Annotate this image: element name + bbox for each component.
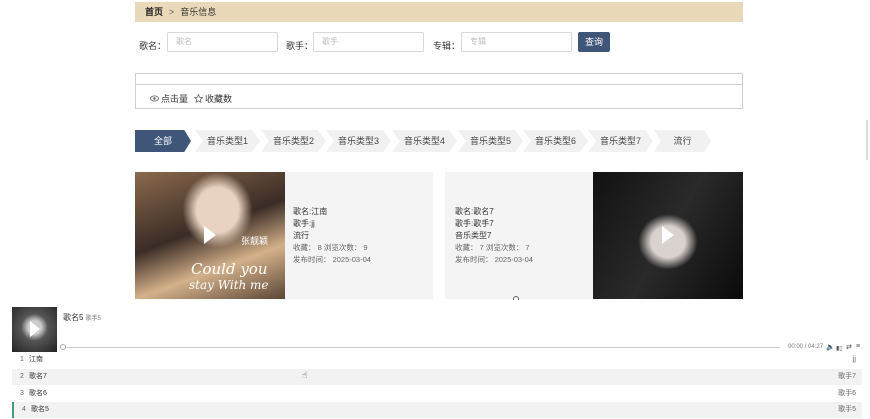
track-name: 歌名6: [29, 390, 47, 397]
category-type1[interactable]: 音乐类型1: [195, 130, 260, 152]
singer-input[interactable]: 歌手: [313, 32, 424, 52]
track-artist: 歌手6: [838, 390, 856, 397]
mouse-cursor-icon: ☝: [302, 370, 308, 380]
song-name-input[interactable]: 歌名: [167, 32, 278, 52]
category-type3[interactable]: 音乐类型3: [326, 130, 391, 152]
track-artist: 歌手7: [838, 373, 856, 380]
category-type6[interactable]: 音乐类型6: [523, 130, 588, 152]
category-type4[interactable]: 音乐类型4: [392, 130, 457, 152]
singer-name: 歌手:jj: [293, 219, 315, 228]
star-icon: [194, 94, 203, 103]
breadcrumb-separator: >: [169, 7, 175, 17]
playlist-item[interactable]: 3 歌名6 歌手6: [12, 386, 862, 402]
breadcrumb-current: 音乐信息: [180, 7, 217, 17]
publish-date: 发布时间： 2025-03-04: [293, 255, 371, 264]
volume-bar-icon[interactable]: ▮▯: [836, 345, 843, 352]
cover-title-line2: stay With me: [189, 278, 269, 292]
loop-icon[interactable]: ⇄: [846, 343, 852, 351]
sort-clicks-label: 点击量: [161, 94, 189, 104]
time-display: 00:00 / 04:27: [788, 344, 824, 350]
album-cover[interactable]: 张靓颖 Could you stay With me: [135, 172, 285, 299]
track-artist: jj: [852, 356, 856, 363]
album-input[interactable]: 专辑: [461, 32, 572, 52]
play-icon[interactable]: [662, 226, 674, 244]
category-pop[interactable]: 流行: [654, 130, 711, 152]
playlist-item[interactable]: 2 歌名7 歌手7: [12, 369, 862, 385]
singer-name: 歌手:歌手7: [455, 219, 494, 228]
sort-favorites-label: 收藏数: [205, 94, 233, 104]
singer-label: 歌手：: [286, 41, 314, 51]
play-icon[interactable]: [204, 226, 216, 244]
track-name: 江南: [29, 356, 43, 363]
cover-artist-text: 张靓颖: [241, 236, 269, 246]
album-label: 专辑：: [433, 41, 461, 51]
song-name-label: 歌名：: [139, 41, 167, 51]
page-scrollbar[interactable]: [866, 120, 868, 160]
query-button[interactable]: 查询: [578, 32, 610, 52]
genre: 音乐类型7: [455, 231, 492, 240]
sort-by-clicks[interactable]: 点击量: [150, 92, 188, 105]
category-type5[interactable]: 音乐类型5: [458, 130, 523, 152]
play-icon[interactable]: [30, 321, 40, 337]
breadcrumb: 首页 > 音乐信息: [135, 2, 743, 22]
track-number: 2: [20, 373, 24, 380]
category-type2[interactable]: 音乐类型2: [261, 130, 326, 152]
song-info: 歌名:江南 歌手:jj 流行 收藏： 8 浏览次数： 9 发布时间： 2025-…: [293, 206, 371, 266]
song-name: 歌名:歌名7: [455, 207, 494, 216]
playlist-icon[interactable]: ≡: [856, 343, 860, 350]
playlist-item-current[interactable]: 4 歌名5 歌手5: [12, 402, 862, 418]
category-all[interactable]: 全部: [135, 130, 191, 152]
now-playing-artist: 歌手5: [85, 316, 101, 322]
sort-by-favorites[interactable]: 收藏数: [194, 92, 232, 105]
track-name: 歌名7: [29, 373, 47, 380]
playlist-item[interactable]: 1 江南 jj: [12, 352, 862, 368]
player-cover[interactable]: [12, 307, 57, 352]
album-cover[interactable]: [593, 172, 743, 299]
song-stats: 收藏： 8 浏览次数： 9: [293, 243, 368, 252]
song-card[interactable]: 歌名:歌名7 歌手:歌手7 音乐类型7 收藏： 7 浏览次数： 7 发布时间： …: [445, 172, 743, 299]
track-artist: 歌手5: [838, 406, 856, 413]
category-type7[interactable]: 音乐类型7: [588, 130, 653, 152]
now-playing-title: 歌名5: [63, 313, 84, 322]
genre: 流行: [293, 231, 309, 240]
progress-bar[interactable]: [63, 347, 780, 348]
cover-title-line1: Could you: [191, 260, 268, 278]
song-card[interactable]: 张靓颖 Could you stay With me 歌名:江南 歌手:jj 流…: [135, 172, 433, 299]
progress-knob[interactable]: [60, 344, 66, 350]
track-number: 3: [20, 390, 24, 397]
publish-date: 发布时间： 2025-03-04: [455, 255, 533, 264]
breadcrumb-home-link[interactable]: 首页: [145, 7, 163, 17]
now-playing: 歌名5 歌手5: [63, 312, 101, 323]
eye-icon: [150, 95, 159, 102]
track-number: 4: [22, 406, 26, 413]
song-stats: 收藏： 7 浏览次数： 7: [455, 243, 530, 252]
track-name: 歌名5: [31, 406, 49, 413]
track-number: 1: [20, 356, 24, 363]
song-name: 歌名:江南: [293, 207, 328, 216]
song-info: 歌名:歌名7 歌手:歌手7 音乐类型7 收藏： 7 浏览次数： 7 发布时间： …: [455, 206, 533, 266]
volume-icon[interactable]: 🔈: [826, 343, 835, 351]
